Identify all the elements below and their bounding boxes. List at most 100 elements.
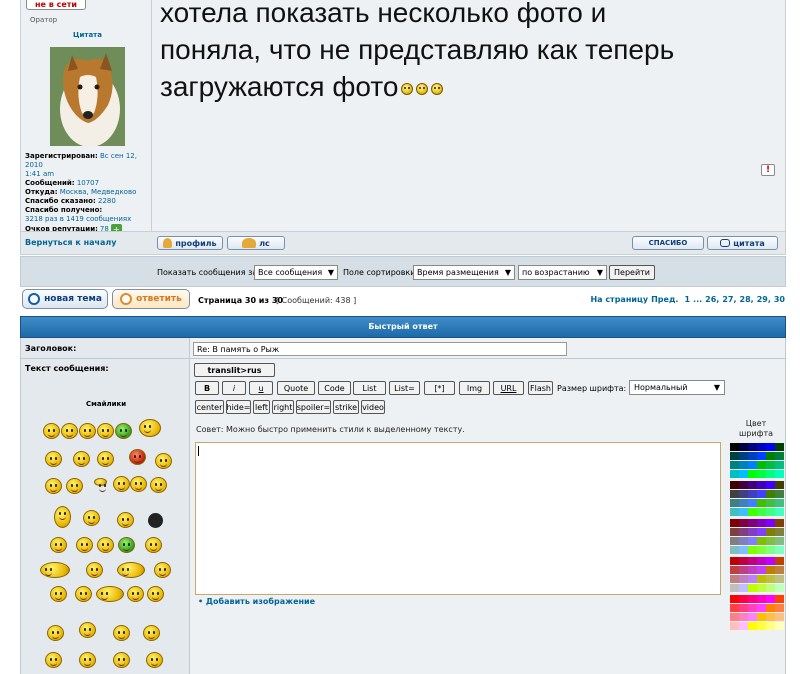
color-swatch[interactable] — [757, 490, 766, 498]
smiley-icon[interactable] — [40, 562, 70, 578]
color-swatch[interactable] — [748, 622, 757, 630]
profile-button[interactable]: профиль — [157, 236, 223, 250]
spoiler-button[interactable]: spoiler= — [296, 400, 331, 414]
smiley-icon[interactable] — [50, 537, 67, 553]
list-button[interactable]: List — [353, 381, 386, 395]
italic-button[interactable]: i — [222, 381, 246, 395]
hide-button[interactable]: hide= — [226, 400, 251, 414]
color-swatch[interactable] — [757, 508, 766, 516]
color-swatch[interactable] — [748, 443, 757, 451]
color-swatch[interactable] — [757, 584, 766, 592]
color-swatch[interactable] — [730, 443, 739, 451]
color-swatch[interactable] — [739, 481, 748, 489]
color-swatch[interactable] — [730, 566, 739, 574]
color-swatch[interactable] — [739, 537, 748, 545]
color-swatch[interactable] — [730, 537, 739, 545]
color-swatch[interactable] — [730, 461, 739, 469]
color-swatch[interactable] — [757, 537, 766, 545]
color-swatch[interactable] — [766, 452, 775, 460]
color-swatch[interactable] — [757, 622, 766, 630]
color-swatch[interactable] — [748, 557, 757, 565]
smiley-icon[interactable] — [113, 625, 130, 641]
color-swatch[interactable] — [775, 452, 784, 460]
color-swatch[interactable] — [730, 481, 739, 489]
list-ordered-button[interactable]: List= — [389, 381, 420, 395]
back-to-top-link[interactable]: Вернуться к началу — [25, 238, 116, 247]
color-swatch[interactable] — [775, 575, 784, 583]
smiley-icon[interactable] — [79, 423, 96, 439]
color-swatch[interactable] — [757, 595, 766, 603]
smiley-icon[interactable] — [118, 537, 135, 553]
color-swatch[interactable] — [748, 508, 757, 516]
color-swatch[interactable] — [739, 470, 748, 478]
code-button[interactable]: Code — [318, 381, 351, 395]
color-swatch[interactable] — [739, 622, 748, 630]
color-swatch[interactable] — [757, 443, 766, 451]
color-swatch[interactable] — [748, 470, 757, 478]
color-swatch[interactable] — [766, 575, 775, 583]
smiley-icon[interactable] — [79, 622, 96, 638]
color-swatch[interactable] — [739, 443, 748, 451]
smiley-icon[interactable] — [129, 449, 146, 465]
smiley-icon[interactable] — [43, 423, 60, 439]
color-swatch[interactable] — [775, 528, 784, 536]
smiley-icon[interactable] — [117, 512, 134, 528]
list-item-button[interactable]: [*] — [424, 381, 455, 395]
smiley-icon[interactable] — [54, 506, 71, 528]
color-swatch[interactable] — [766, 557, 775, 565]
color-palette[interactable] — [730, 443, 784, 674]
color-swatch[interactable] — [766, 490, 775, 498]
color-swatch[interactable] — [775, 443, 784, 451]
color-swatch[interactable] — [775, 557, 784, 565]
smiley-icon[interactable] — [45, 478, 62, 494]
color-swatch[interactable] — [766, 595, 775, 603]
color-swatch[interactable] — [730, 452, 739, 460]
color-swatch[interactable] — [730, 508, 739, 516]
page-link-29[interactable]: 29, — [757, 295, 771, 304]
smiley-icon[interactable] — [127, 586, 144, 602]
new-topic-button[interactable]: новая тема — [22, 289, 108, 309]
color-swatch[interactable] — [766, 566, 775, 574]
page-link-1[interactable]: 1 — [684, 295, 690, 304]
smiley-icon[interactable] — [115, 423, 132, 439]
color-swatch[interactable] — [775, 499, 784, 507]
color-swatch[interactable] — [766, 461, 775, 469]
color-swatch[interactable] — [757, 470, 766, 478]
pm-button[interactable]: лс — [227, 236, 285, 250]
color-swatch[interactable] — [739, 613, 748, 621]
smiley-icon[interactable] — [145, 537, 162, 553]
color-swatch[interactable] — [775, 622, 784, 630]
smiley-icon[interactable] — [66, 478, 83, 494]
color-swatch[interactable] — [739, 566, 748, 574]
smiley-icon[interactable] — [47, 625, 64, 641]
smiley-icon[interactable] — [50, 586, 67, 602]
bomb-icon[interactable] — [148, 513, 163, 528]
color-swatch[interactable] — [757, 546, 766, 554]
color-swatch[interactable] — [730, 470, 739, 478]
color-swatch[interactable] — [739, 528, 748, 536]
sort-order-select[interactable]: по возрастанию ▼ — [518, 265, 607, 280]
color-swatch[interactable] — [757, 528, 766, 536]
right-button[interactable]: right — [272, 400, 294, 414]
color-swatch[interactable] — [757, 452, 766, 460]
color-swatch[interactable] — [775, 508, 784, 516]
page-link-28[interactable]: 28, — [740, 295, 754, 304]
quote-button[interactable]: цитата — [707, 236, 778, 250]
reply-button[interactable]: ответить — [112, 289, 190, 309]
page-link-30[interactable]: 30 — [774, 295, 785, 304]
color-swatch[interactable] — [775, 604, 784, 612]
smiley-icon[interactable] — [96, 586, 124, 602]
smiley-icon[interactable] — [97, 423, 114, 439]
smiley-icon[interactable] — [139, 419, 161, 437]
smiley-icon[interactable] — [75, 586, 92, 602]
color-swatch[interactable] — [739, 557, 748, 565]
smiley-icon[interactable] — [94, 478, 107, 492]
color-swatch[interactable] — [748, 528, 757, 536]
color-swatch[interactable] — [748, 604, 757, 612]
smiley-icon[interactable] — [143, 625, 160, 641]
smiley-icon[interactable] — [73, 451, 90, 467]
smiley-icon[interactable] — [79, 652, 96, 668]
color-swatch[interactable] — [730, 584, 739, 592]
color-swatch[interactable] — [748, 519, 757, 527]
color-swatch[interactable] — [739, 499, 748, 507]
